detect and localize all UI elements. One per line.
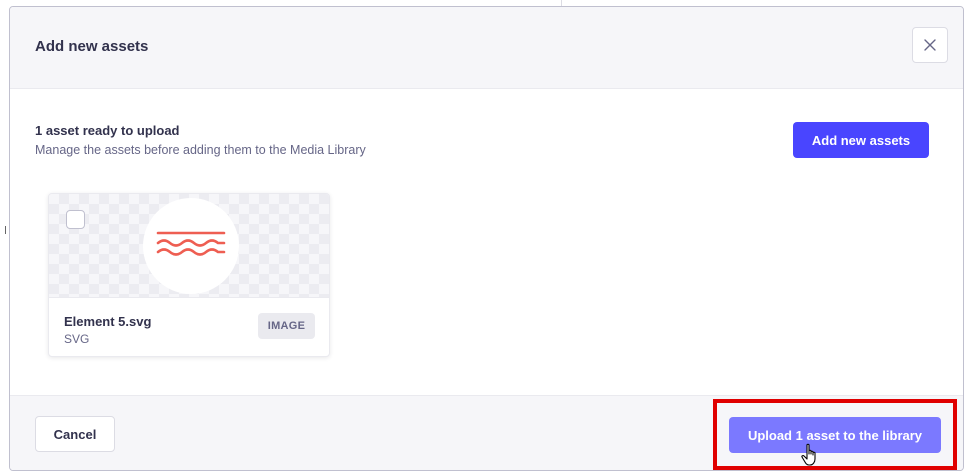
modal-title: Add new assets [35,38,149,55]
upload-summary: 1 asset ready to upload Manage the asset… [35,123,366,159]
close-button[interactable] [912,27,948,63]
modal-header: Add new assets [10,7,963,89]
add-assets-modal: Add new assets 1 asset ready to upload M… [9,6,964,471]
asset-extension: SVG [64,332,90,346]
modal-footer: Cancel Upload 1 asset to the library [10,395,963,470]
asset-card[interactable]: Element 5.svg SVG IMAGE [48,193,330,357]
backdrop-edge [5,226,8,234]
asset-name: Element 5.svg [64,314,152,329]
asset-select-checkbox[interactable] [66,210,85,229]
asset-type-badge: IMAGE [258,313,315,339]
preview-thumbnail [143,198,239,294]
wavy-lines-icon [156,231,226,256]
add-new-assets-button[interactable]: Add new assets [793,122,929,158]
cancel-button[interactable]: Cancel [35,416,115,452]
asset-preview [49,194,329,298]
ready-subtitle: Manage the assets before adding them to … [35,143,366,157]
close-icon [924,39,936,51]
ready-count-label: 1 asset ready to upload [35,123,180,138]
upload-to-library-button[interactable]: Upload 1 asset to the library [729,417,941,453]
